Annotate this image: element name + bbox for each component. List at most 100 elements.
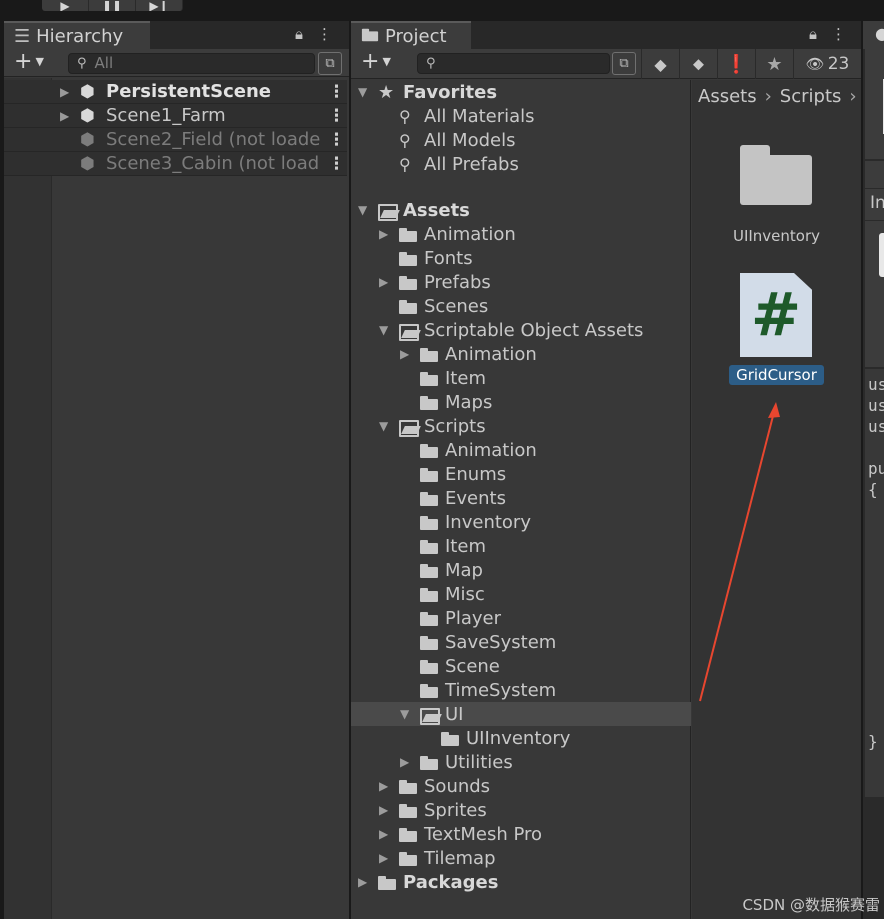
- favorite-item[interactable]: ⚲ All Prefabs: [351, 152, 691, 176]
- hierarchy-row-scene1[interactable]: ▶ ⬢ Scene1_Farm ⋮: [4, 104, 347, 128]
- project-search-input[interactable]: ⚲: [417, 53, 610, 74]
- expand-arrow-icon[interactable]: ▶: [379, 851, 388, 865]
- expand-arrow-icon[interactable]: ▶: [379, 227, 388, 241]
- tree-item-scenes[interactable]: Scenes: [351, 294, 691, 318]
- tab-project[interactable]: Project: [351, 21, 471, 49]
- tree-item-prefabs[interactable]: ▶ Prefabs: [351, 270, 691, 294]
- favorite-item[interactable]: ⚲ All Materials: [351, 104, 691, 128]
- favorites-header[interactable]: ▼ ★ Favorites: [351, 80, 691, 104]
- search-mode-button[interactable]: ⧉: [612, 52, 636, 75]
- pause-button[interactable]: ❚❚: [89, 0, 136, 11]
- tree-item-maps[interactable]: Maps: [351, 390, 691, 414]
- kebab-menu-icon[interactable]: ⋮: [831, 25, 846, 43]
- breadcrumb-item[interactable]: Assets: [698, 86, 757, 107]
- hierarchy-row-scene2[interactable]: ⬢ Scene2_Field (not loaded) ⋮: [4, 128, 347, 152]
- tree-item-animation[interactable]: Animation: [351, 438, 691, 462]
- tree-item-item[interactable]: Item: [351, 366, 691, 390]
- tree-item-animation[interactable]: ▶ Animation: [351, 222, 691, 246]
- visible-count[interactable]: 👁︎ 23: [793, 49, 861, 79]
- inspector-code-area: us us us pu {}: [865, 369, 884, 797]
- hierarchy-gutter: [4, 78, 52, 919]
- expand-arrow-icon[interactable]: ▶: [60, 85, 69, 99]
- collapse-arrow-icon[interactable]: ▼: [400, 707, 409, 721]
- tree-item-player[interactable]: Player: [351, 606, 691, 630]
- lock-icon[interactable]: 🔒︎: [809, 25, 817, 43]
- create-button[interactable]: + ▼: [14, 51, 44, 73]
- folder-open-icon: [378, 203, 398, 222]
- tree-item-savesystem[interactable]: SaveSystem: [351, 630, 691, 654]
- tree-item-utilities[interactable]: ▶ Utilities: [351, 750, 691, 774]
- tree-item-sounds[interactable]: ▶ Sounds: [351, 774, 691, 798]
- tree-item-ui[interactable]: ▼ UI: [351, 702, 691, 726]
- tree-item-inventory[interactable]: Inventory: [351, 510, 691, 534]
- tree-item-item[interactable]: Item: [351, 534, 691, 558]
- project-tree: ▼ ★ Favorites ⚲ All Materials ⚲ All Mode…: [351, 80, 691, 919]
- expand-arrow-icon[interactable]: ▶: [379, 803, 388, 817]
- collapse-arrow-icon[interactable]: ▼: [358, 203, 367, 217]
- tree-item-scriptable-object-assets[interactable]: ▼ Scriptable Object Assets: [351, 318, 691, 342]
- play-button[interactable]: ▶: [42, 0, 89, 11]
- tree-item-timesystem[interactable]: TimeSystem: [351, 678, 691, 702]
- tree-item-enums[interactable]: Enums: [351, 462, 691, 486]
- expand-arrow-icon[interactable]: ▼: [358, 85, 367, 99]
- tree-item-animation[interactable]: ▶ Animation: [351, 342, 691, 366]
- tab-hierarchy[interactable]: ☰ Hierarchy: [4, 21, 150, 49]
- type-filter-button[interactable]: ◆: [641, 49, 679, 79]
- scene-label: PersistentScene: [106, 81, 271, 102]
- expand-arrow-icon[interactable]: ▶: [358, 875, 367, 889]
- tree-item-textmesh-pro[interactable]: ▶ TextMesh Pro: [351, 822, 691, 846]
- hierarchy-search-input[interactable]: ⚲ All: [68, 53, 315, 74]
- kebab-menu-icon[interactable]: ⋮: [328, 130, 345, 150]
- favorite-item[interactable]: ⚲ All Models: [351, 128, 691, 152]
- expand-arrow-icon[interactable]: ▶: [379, 827, 388, 841]
- tree-item-sprites[interactable]: ▶ Sprites: [351, 798, 691, 822]
- tree-item-events[interactable]: Events: [351, 486, 691, 510]
- tree-item-map[interactable]: Map: [351, 558, 691, 582]
- hierarchy-row-scene3[interactable]: ⬢ Scene3_Cabin (not loaded) ⋮: [4, 152, 347, 176]
- kebab-menu-icon[interactable]: ⋮: [317, 25, 332, 43]
- warning-icon[interactable]: ❗: [717, 49, 755, 79]
- tree-item-packages[interactable]: ▶ Packages: [351, 870, 691, 894]
- kebab-menu-icon[interactable]: ⋮: [328, 154, 345, 174]
- tree-item-label: Animation: [445, 343, 537, 365]
- expand-arrow-icon[interactable]: ▶: [379, 779, 388, 793]
- lock-icon[interactable]: 🔒︎: [295, 25, 303, 43]
- collapse-arrow-icon[interactable]: ▼: [379, 419, 388, 433]
- tree-item-misc[interactable]: Misc: [351, 582, 691, 606]
- tag-icon[interactable]: ⬥: [679, 49, 717, 79]
- expand-arrow-icon[interactable]: ▶: [400, 755, 409, 769]
- tree-item-label: SaveSystem: [445, 631, 557, 653]
- kebab-menu-icon[interactable]: ⋮: [328, 82, 345, 102]
- expand-arrow-icon[interactable]: ▶: [379, 275, 388, 289]
- step-button[interactable]: ▶❙: [136, 0, 183, 11]
- hierarchy-tabbar: ☰ Hierarchy 🔒︎ ⋮: [4, 21, 349, 49]
- kebab-menu-icon[interactable]: ⋮: [328, 106, 345, 126]
- tree-item-uiinventory[interactable]: UIInventory: [351, 726, 691, 750]
- inspector-tab[interactable]: ●: [863, 21, 884, 49]
- scene-visibility-button[interactable]: ⧉: [318, 52, 342, 75]
- unity-scene-icon: ⬢: [80, 129, 95, 150]
- csharp-script-icon: #: [740, 273, 812, 357]
- star-icon[interactable]: ★: [755, 49, 793, 79]
- chevron-right-icon: ›: [764, 86, 772, 107]
- tree-item-scripts[interactable]: ▼ Scripts: [351, 414, 691, 438]
- hierarchy-row-persistent-scene[interactable]: ▶ ⬢ PersistentScene ⋮: [4, 80, 347, 104]
- tree-item-fonts[interactable]: Fonts: [351, 246, 691, 270]
- collapse-arrow-icon[interactable]: ▼: [379, 323, 388, 337]
- create-asset-button[interactable]: + ▼: [361, 51, 391, 73]
- tree-item-scene[interactable]: Scene: [351, 654, 691, 678]
- code-line: {: [868, 480, 878, 499]
- expand-arrow-icon[interactable]: ▶: [400, 347, 409, 361]
- folder-icon: [399, 227, 417, 246]
- folder-open-icon: [399, 419, 419, 438]
- expand-arrow-icon[interactable]: ▶: [60, 109, 69, 123]
- inspector-import-row: In: [865, 188, 884, 220]
- breadcrumb-item[interactable]: Scripts: [780, 86, 842, 107]
- tree-item-tilemap[interactable]: ▶ Tilemap: [351, 846, 691, 870]
- list-icon: ☰: [14, 25, 31, 47]
- tree-item-assets[interactable]: ▼ Assets: [351, 198, 691, 222]
